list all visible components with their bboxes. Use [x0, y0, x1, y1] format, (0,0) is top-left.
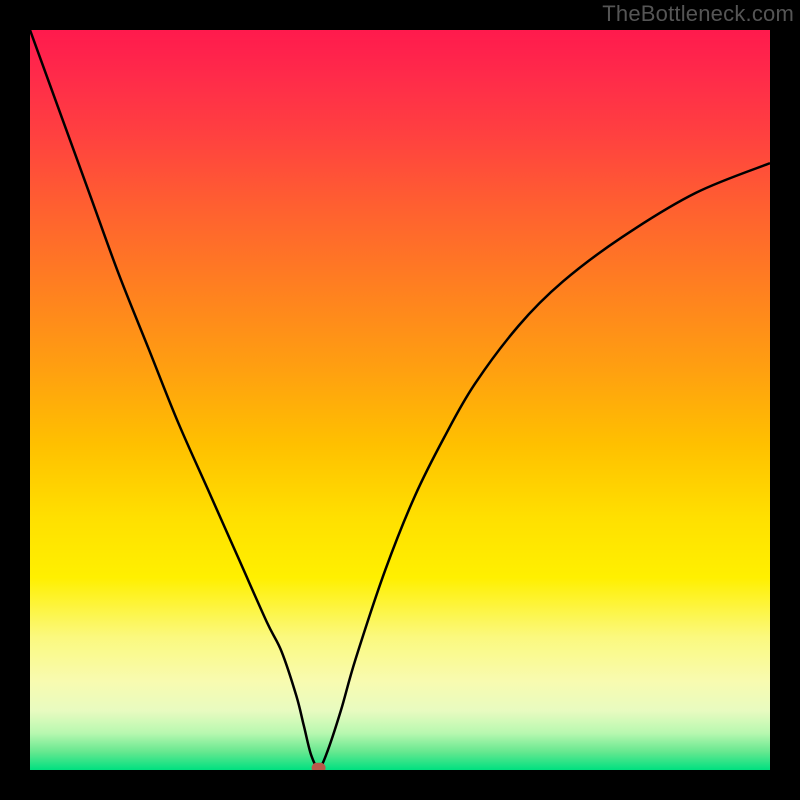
attribution-text: TheBottleneck.com — [602, 1, 794, 27]
minimum-marker — [312, 763, 326, 770]
chart-overlay — [30, 30, 770, 770]
bottleneck-curve — [30, 30, 770, 768]
